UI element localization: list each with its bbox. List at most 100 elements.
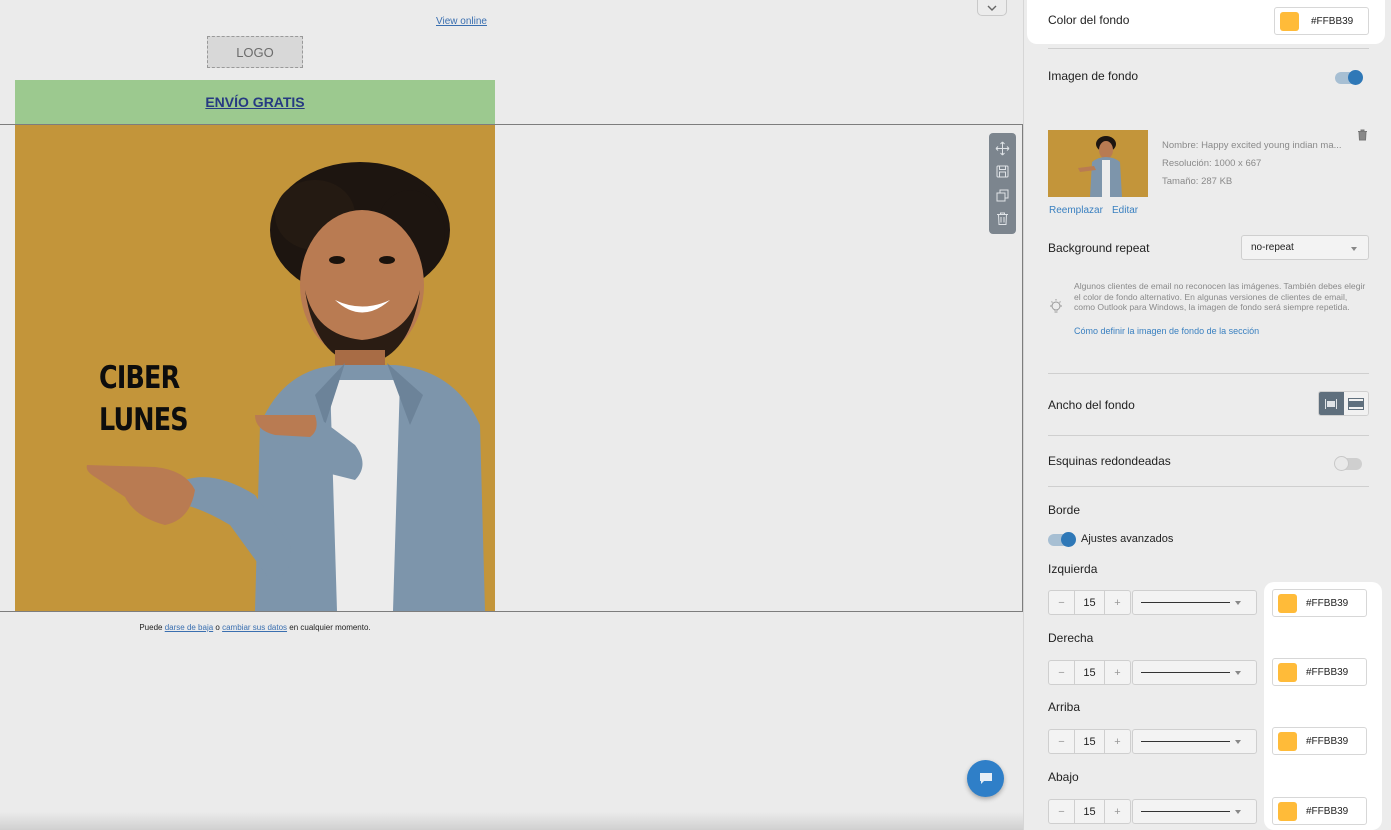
increment-button[interactable]: + xyxy=(1105,591,1130,614)
image-resolution: Resolución: 1000 x 667 xyxy=(1162,158,1262,169)
bg-width-label: Ancho del fondo xyxy=(1048,398,1135,412)
chat-icon xyxy=(979,773,992,784)
increment-button[interactable]: + xyxy=(1105,730,1130,753)
change-data-link[interactable]: cambiar sus datos xyxy=(222,623,287,632)
divider xyxy=(1048,48,1369,49)
hero-image[interactable]: CIBER LUNES xyxy=(15,125,495,611)
border-top-color-hex[interactable]: #FFBB39 xyxy=(1306,736,1348,747)
divider xyxy=(1048,486,1369,487)
border-bottom-style-select[interactable] xyxy=(1132,799,1257,824)
border-top-color-field[interactable]: #FFBB39 xyxy=(1272,727,1367,755)
image-size: Tamaño: 287 KB xyxy=(1162,176,1233,187)
border-colors-card: #FFBB39 #FFBB39 #FFBB39 #FFBB39 xyxy=(1264,582,1382,830)
collapse-toggle-button[interactable] xyxy=(977,0,1007,16)
row-toolbar xyxy=(989,133,1016,234)
increment-button[interactable]: + xyxy=(1105,800,1130,823)
border-top-width[interactable]: 15 xyxy=(1074,730,1105,753)
bg-image-toggle[interactable] xyxy=(1335,70,1363,85)
image-name: Nombre: Happy excited young indian ma... xyxy=(1162,140,1342,151)
border-bottom-color-swatch[interactable] xyxy=(1278,802,1297,821)
border-bottom-label: Abajo xyxy=(1048,770,1079,784)
bg-repeat-select[interactable]: no-repeat xyxy=(1241,235,1369,260)
advanced-settings-toggle[interactable] xyxy=(1048,532,1076,547)
border-right-style-select[interactable] xyxy=(1132,660,1257,685)
border-bottom-color-field[interactable]: #FFBB39 xyxy=(1272,797,1367,825)
border-left-color-field[interactable]: #FFBB39 xyxy=(1272,589,1367,617)
free-shipping-banner[interactable]: ENVÍO GRATIS xyxy=(15,80,495,125)
border-right-color-hex[interactable]: #FFBB39 xyxy=(1306,667,1348,678)
border-bottom-color-hex[interactable]: #FFBB39 xyxy=(1306,806,1348,817)
chevron-down-icon xyxy=(987,5,997,11)
free-shipping-link[interactable]: ENVÍO GRATIS xyxy=(205,94,304,110)
advanced-settings-label: Ajustes avanzados xyxy=(1081,533,1174,545)
border-right-color-swatch[interactable] xyxy=(1278,663,1297,682)
bg-color-field[interactable]: #FFBB39 xyxy=(1274,7,1369,35)
save-icon[interactable] xyxy=(995,164,1010,179)
border-top-color-swatch[interactable] xyxy=(1278,732,1297,751)
canvas-bottom-shadow xyxy=(0,812,1023,830)
bg-image-help-link[interactable]: Cómo definir la imagen de fondo de la se… xyxy=(1074,326,1259,336)
replace-image-link[interactable]: Reemplazar xyxy=(1049,205,1103,216)
divider xyxy=(1048,435,1369,436)
rounded-corners-label: Esquinas redondeadas xyxy=(1048,454,1171,468)
bg-image-label: Imagen de fondo xyxy=(1048,69,1139,83)
trash-icon[interactable] xyxy=(995,211,1010,226)
border-left-stepper: − 15 + xyxy=(1048,590,1131,615)
duplicate-icon[interactable] xyxy=(995,188,1010,203)
increment-button[interactable]: + xyxy=(1105,661,1130,684)
footer-unsubscribe-text: Puede darse de baja o cambiar sus datos … xyxy=(0,623,510,632)
border-label: Borde xyxy=(1048,503,1081,517)
settings-panel: Color del fondo #FFBB39 Imagen de fondo … xyxy=(1023,0,1391,830)
bg-color-swatch[interactable] xyxy=(1280,12,1299,31)
bg-repeat-label: Background repeat xyxy=(1048,241,1150,255)
border-bottom-stepper: − 15 + xyxy=(1048,799,1131,824)
chat-button[interactable] xyxy=(967,760,1004,797)
border-top-style-select[interactable] xyxy=(1132,729,1257,754)
move-icon[interactable] xyxy=(995,141,1010,156)
decrement-button[interactable]: − xyxy=(1049,591,1074,614)
border-top-label: Arriba xyxy=(1048,700,1081,714)
bg-image-thumbnail[interactable] xyxy=(1048,130,1148,197)
thumbnail-photo xyxy=(1078,136,1122,197)
bg-color-card: Color del fondo #FFBB39 xyxy=(1027,0,1385,44)
hero-headline-line1: CIBER xyxy=(99,360,180,396)
border-left-style-select[interactable] xyxy=(1132,590,1257,615)
border-left-color-swatch[interactable] xyxy=(1278,594,1297,613)
border-right-stepper: − 15 + xyxy=(1048,660,1131,685)
edit-image-link[interactable]: Editar xyxy=(1112,205,1138,216)
footer-suffix: en cualquier momento. xyxy=(289,623,371,632)
border-bottom-width[interactable]: 15 xyxy=(1074,800,1105,823)
person-photo xyxy=(86,162,485,611)
border-top-stepper: − 15 + xyxy=(1048,729,1131,754)
footer-prefix: Puede xyxy=(139,623,163,632)
bg-repeat-value: no-repeat xyxy=(1251,242,1294,253)
border-right-label: Derecha xyxy=(1048,631,1094,645)
email-canvas: View online LOGO ENVÍO GRATIS CIBER LUNE… xyxy=(0,0,1023,830)
decrement-button[interactable]: − xyxy=(1049,661,1074,684)
narrow-width-option[interactable] xyxy=(1319,392,1344,415)
decrement-button[interactable]: − xyxy=(1049,800,1074,823)
divider xyxy=(1048,373,1369,374)
delete-image-icon[interactable] xyxy=(1357,129,1368,141)
footer-mid: o xyxy=(215,623,220,632)
bg-width-toggle xyxy=(1318,391,1369,416)
lightbulb-icon xyxy=(1050,299,1062,313)
logo-placeholder[interactable]: LOGO xyxy=(207,36,303,68)
narrow-width-icon xyxy=(1325,398,1338,409)
border-right-width[interactable]: 15 xyxy=(1074,661,1105,684)
border-left-color-hex[interactable]: #FFBB39 xyxy=(1306,598,1348,609)
view-online-link[interactable]: View online xyxy=(436,16,487,27)
bg-color-hex[interactable]: #FFBB39 xyxy=(1311,16,1353,27)
full-width-icon xyxy=(1347,397,1364,410)
border-left-width[interactable]: 15 xyxy=(1074,591,1105,614)
hero-headline-line2: LUNES xyxy=(99,402,189,438)
border-right-color-field[interactable]: #FFBB39 xyxy=(1272,658,1367,686)
unsubscribe-link[interactable]: darse de baja xyxy=(165,623,213,632)
full-width-option[interactable] xyxy=(1343,392,1368,415)
hero-headline: CIBER LUNES xyxy=(99,357,189,441)
decrement-button[interactable]: − xyxy=(1049,730,1074,753)
bg-color-label: Color del fondo xyxy=(1048,13,1130,27)
bg-image-hint: Algunos clientes de email no reconocen l… xyxy=(1074,281,1366,312)
border-left-label: Izquierda xyxy=(1048,562,1098,576)
rounded-corners-toggle[interactable] xyxy=(1334,456,1362,471)
